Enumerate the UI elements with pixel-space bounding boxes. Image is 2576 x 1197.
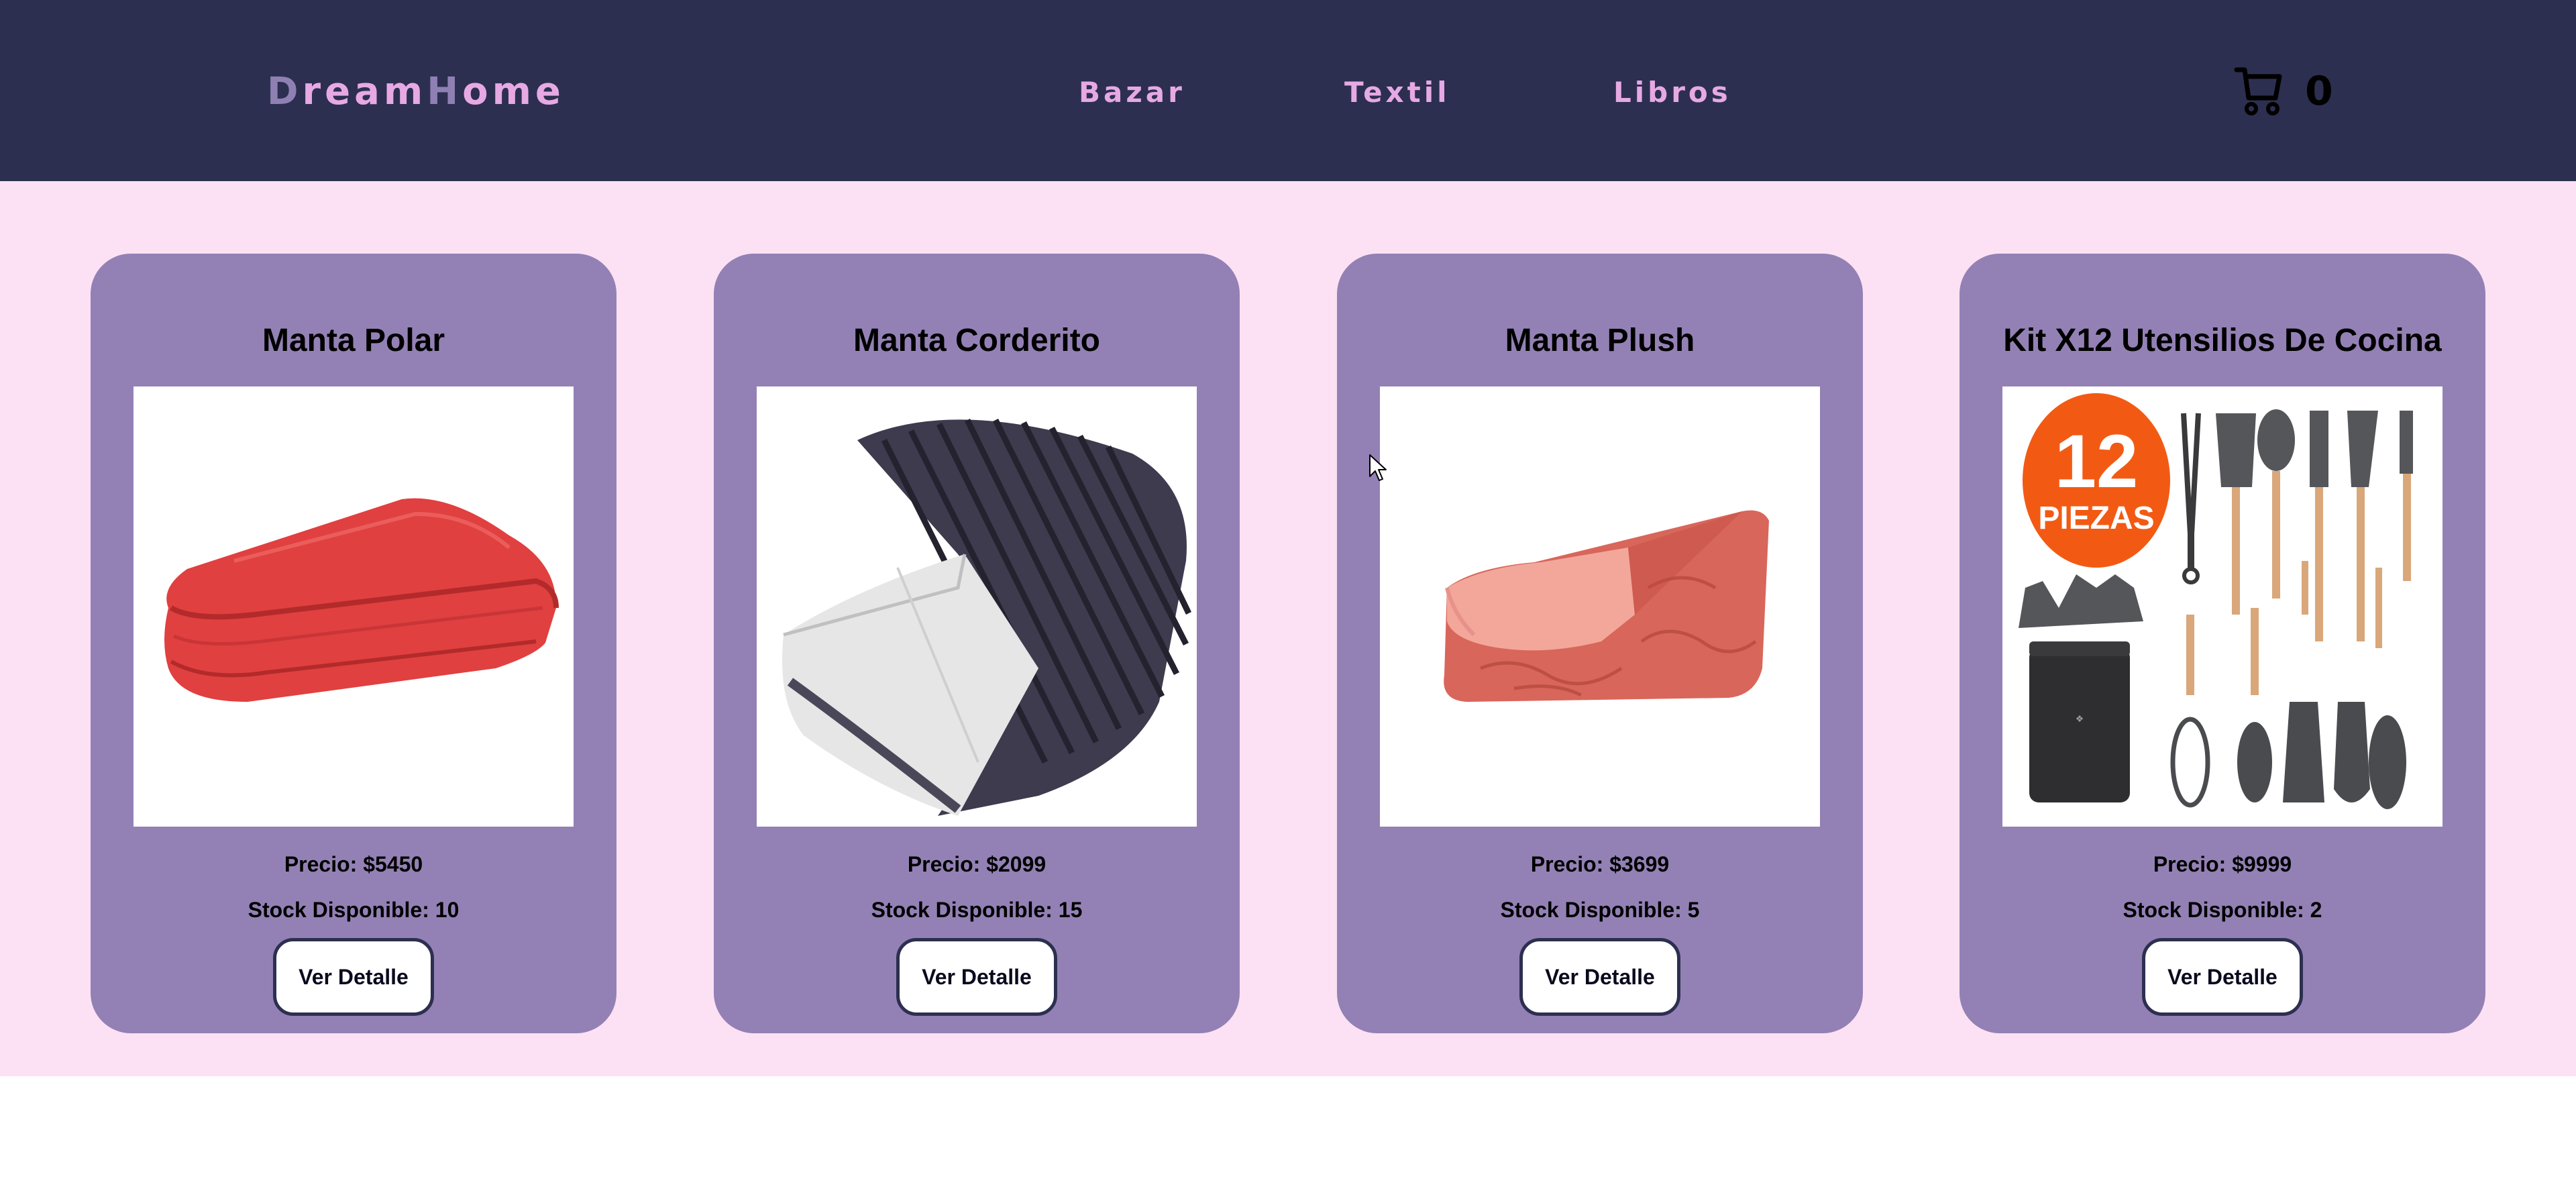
product-card: Manta Plush Precio: $3699 Stock Disponib… [1337, 254, 1863, 1033]
product-title: Manta Polar [262, 323, 445, 358]
product-list: Manta Polar Precio: $5450 Stock Disponib… [0, 181, 2576, 1076]
product-price: Precio: $3699 [1530, 852, 1670, 876]
product-card: Manta Corderito Precio: $2099 Stock Disp… [714, 254, 1240, 1033]
product-card: Kit X12 Utensilios De Cocina 12 PIEZAS ❖… [1960, 254, 2485, 1033]
badge-label: PIEZAS [2038, 501, 2154, 536]
product-stock: Stock Disponible: 5 [1500, 898, 1700, 922]
product-image [133, 386, 574, 827]
product-title: Manta Corderito [853, 323, 1100, 358]
kitchen-utensils-set-image: 12 PIEZAS ❖ [2002, 386, 2443, 827]
view-detail-button[interactable]: Ver Detalle [1519, 938, 1680, 1016]
cart-count: 0 [2305, 68, 2333, 115]
nav-link-libros[interactable]: Libros [1613, 75, 1731, 110]
product-title: Manta Plush [1505, 323, 1695, 358]
cart-widget[interactable]: 0 [2234, 63, 2334, 119]
product-stock: Stock Disponible: 15 [871, 898, 1083, 922]
brand-letter: D [267, 70, 303, 113]
product-price: Precio: $5450 [284, 852, 423, 876]
view-detail-button[interactable]: Ver Detalle [2142, 938, 2303, 1016]
product-title: Kit X12 Utensilios De Cocina [2003, 323, 2442, 358]
red-fleece-blanket-image [133, 386, 574, 827]
plush-blanket-image [1380, 386, 1820, 827]
product-card: Manta Polar Precio: $5450 Stock Disponib… [91, 254, 616, 1033]
product-stock: Stock Disponible: 10 [248, 898, 460, 922]
product-image: 12 PIEZAS ❖ [2002, 386, 2443, 827]
navbar: DreamHome Bazar Textil Libros 0 [0, 0, 2576, 181]
brand-letter: H [427, 70, 463, 113]
view-detail-button[interactable]: Ver Detalle [273, 938, 434, 1016]
product-stock: Stock Disponible: 2 [2123, 898, 2322, 922]
product-image [1380, 386, 1820, 827]
nav-link-textil[interactable]: Textil [1344, 75, 1450, 110]
svg-text:❖: ❖ [2076, 713, 2084, 724]
mouse-pointer-icon [1369, 454, 1387, 481]
brand-letters: ream [302, 70, 427, 113]
shopping-cart-icon [2234, 67, 2282, 115]
view-detail-button[interactable]: Ver Detalle [896, 938, 1057, 1016]
rolled-corduroy-blanket-image [757, 386, 1197, 827]
product-price: Precio: $2099 [907, 852, 1046, 876]
brand-letters: ome [462, 70, 565, 113]
brand-logo[interactable]: DreamHome [267, 68, 565, 115]
product-price: Precio: $9999 [2153, 852, 2292, 876]
badge-number: 12 [2055, 419, 2139, 503]
nav-link-bazar[interactable]: Bazar [1079, 75, 1185, 110]
product-image [757, 386, 1197, 827]
